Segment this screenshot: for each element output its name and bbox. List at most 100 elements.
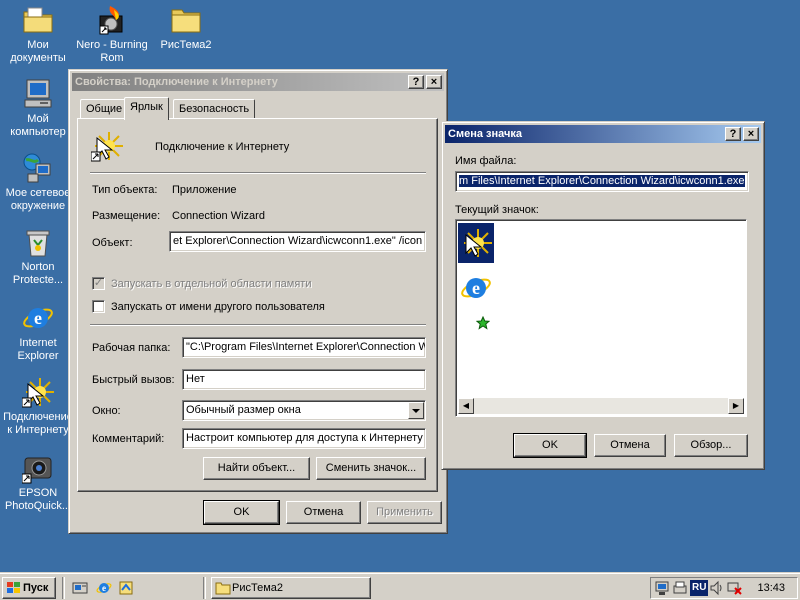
quick-launch-divider — [62, 577, 65, 599]
desktop-icon-my-documents[interactable]: Мои документы — [0, 4, 76, 65]
ie-icon[interactable]: e — [96, 580, 112, 596]
close-button[interactable]: × — [743, 127, 759, 141]
cancel-button[interactable]: Отмена — [594, 434, 666, 457]
filename-selected-text: m Files\Internet Explorer\Connection Wiz… — [459, 175, 745, 187]
window-label: Окно: — [92, 405, 121, 417]
change-icon-button[interactable]: Сменить значок... — [316, 457, 426, 480]
desktop-icon-ristema2[interactable]: РисТема2 — [148, 4, 224, 52]
separator — [90, 324, 426, 326]
desktop-icon-label: Подключение к Интернету — [3, 411, 73, 436]
folder-documents-icon — [22, 4, 54, 36]
separate-memory-checkbox: ✓ — [92, 277, 105, 290]
cancel-button[interactable]: Отмена — [286, 501, 361, 524]
desktop-icon-label: Internet Explorer — [17, 337, 59, 362]
desktop-icon-label: Мое сетевое окружение — [5, 187, 71, 212]
window-select-value: Обычный размер окна — [186, 404, 301, 416]
target-label: Объект: — [92, 237, 133, 249]
quick-launch-divider — [203, 577, 206, 599]
dropdown-button[interactable] — [408, 402, 424, 419]
target-location-label: Размещение: — [92, 210, 161, 222]
target-location-value: Connection Wizard — [172, 210, 265, 222]
task-label: РисТема2 — [232, 582, 283, 594]
desktop-icon-epson[interactable]: EPSON PhotoQuick... — [0, 452, 76, 513]
system-tray: RU 13:43 — [650, 577, 798, 599]
nero-icon — [96, 4, 128, 36]
comment-label: Комментарий: — [92, 433, 165, 445]
desktop-icon-label: EPSON PhotoQuick... — [4, 487, 72, 512]
current-icon-label: Текущий значок: — [455, 204, 539, 216]
windows-logo-icon — [7, 582, 20, 593]
desktop-icon-nero[interactable]: Nero - Burning Rom — [74, 4, 150, 65]
scroll-right-button[interactable]: ▶ — [728, 398, 744, 414]
language-indicator[interactable]: RU — [690, 580, 709, 596]
find-target-button[interactable]: Найти объект... — [203, 457, 310, 480]
tab-shortcut[interactable]: Ярлык — [124, 97, 169, 120]
task-button-ristema2[interactable]: РисТема2 — [211, 577, 371, 599]
icon-option[interactable] — [458, 223, 494, 263]
change-icon-titlebar[interactable]: Смена значка ? × — [445, 125, 761, 143]
network-icon — [22, 152, 54, 184]
properties-titlebar[interactable]: Свойства: Подключение к Интернету ? × — [72, 73, 444, 91]
properties-title: Свойства: Подключение к Интернету — [75, 76, 278, 88]
icon-option[interactable] — [475, 315, 492, 332]
shortcut-icon — [90, 130, 123, 162]
filename-label: Имя файла: — [455, 155, 517, 167]
shortcut-name: Подключение к Интернету — [155, 141, 290, 153]
start-button[interactable]: Пуск — [2, 577, 56, 599]
horizontal-scrollbar[interactable]: ◀ ▶ — [458, 398, 744, 414]
scroll-left-button[interactable]: ◀ — [458, 398, 474, 414]
desktop-icon-my-computer[interactable]: Мой компьютер — [0, 78, 76, 139]
epson-icon — [21, 452, 54, 484]
tab-general[interactable]: Общие — [80, 99, 129, 119]
disconnected-network-icon — [727, 582, 742, 595]
desktop-icon-label: РисТема2 — [160, 39, 212, 51]
ok-button[interactable]: OK — [513, 433, 587, 458]
run-as-label[interactable]: Запускать от имени другого пользователя — [111, 301, 325, 313]
desktop-icon-label: Мой компьютер — [10, 113, 66, 138]
printer-tray-icon — [673, 581, 687, 594]
outlook-express-icon[interactable] — [118, 580, 134, 596]
desktop-icon-norton[interactable]: Norton Protecte... — [0, 226, 76, 287]
icon-list[interactable]: e ◀ ▶ — [455, 219, 747, 417]
ie-icon: e — [461, 278, 491, 298]
hotkey-label: Быстрый вызов: — [92, 374, 175, 386]
green-star-icon — [475, 315, 491, 330]
workdir-field[interactable]: "C:\Program Files\Internet Explorer\Conn… — [182, 337, 426, 358]
target-field[interactable]: et Explorer\Connection Wizard\icwconn1.e… — [169, 231, 426, 252]
target-type-label: Тип объекта: — [92, 184, 158, 196]
desktop-icon-network[interactable]: Мое сетевое окружение — [0, 152, 76, 213]
show-desktop-icon[interactable] — [72, 580, 88, 596]
svg-text:e: e — [34, 308, 42, 328]
desktop-icon-label: Мои документы — [10, 39, 66, 64]
window-select[interactable]: Обычный размер окна — [182, 400, 426, 421]
computer-icon — [22, 78, 54, 110]
help-button[interactable]: ? — [725, 127, 741, 141]
run-as-checkbox[interactable] — [92, 300, 105, 313]
network-tray-icon — [655, 581, 669, 595]
chevron-down-icon — [412, 409, 420, 413]
taskbar: Пуск e РисТема2 RU 13:43 — [0, 572, 800, 600]
clock: 13:43 — [757, 582, 785, 594]
icon-option[interactable]: e — [458, 270, 494, 306]
desktop-icon-internet-explorer[interactable]: e Internet Explorer — [0, 302, 76, 363]
desktop-icon-connection-wizard[interactable]: Подключение к Интернету — [0, 376, 76, 437]
tab-security[interactable]: Безопасность — [173, 99, 256, 119]
help-button[interactable]: ? — [408, 75, 424, 89]
browse-button[interactable]: Обзор... — [674, 434, 748, 457]
connection-wizard-icon — [464, 229, 492, 257]
close-button[interactable]: × — [426, 75, 442, 89]
ok-button[interactable]: OK — [203, 500, 280, 525]
change-icon-title: Смена значка — [448, 128, 522, 140]
filename-field[interactable]: m Files\Internet Explorer\Connection Wiz… — [455, 171, 749, 192]
ie-icon: e — [22, 302, 54, 334]
target-type-value: Приложение — [172, 184, 237, 196]
desktop-icon-label: Norton Protecte... — [12, 261, 64, 286]
comment-field[interactable]: Настроит компьютер для доступа к Интерне… — [182, 428, 426, 449]
separate-memory-label: Запускать в отдельной области памяти — [111, 278, 312, 290]
svg-text:e: e — [472, 278, 480, 298]
svg-text:e: e — [102, 583, 106, 593]
desktop-icon-label: Nero - Burning Rom — [76, 39, 148, 64]
volume-icon — [710, 580, 722, 596]
hotkey-field[interactable]: Нет — [182, 369, 426, 390]
start-label: Пуск — [23, 582, 49, 594]
